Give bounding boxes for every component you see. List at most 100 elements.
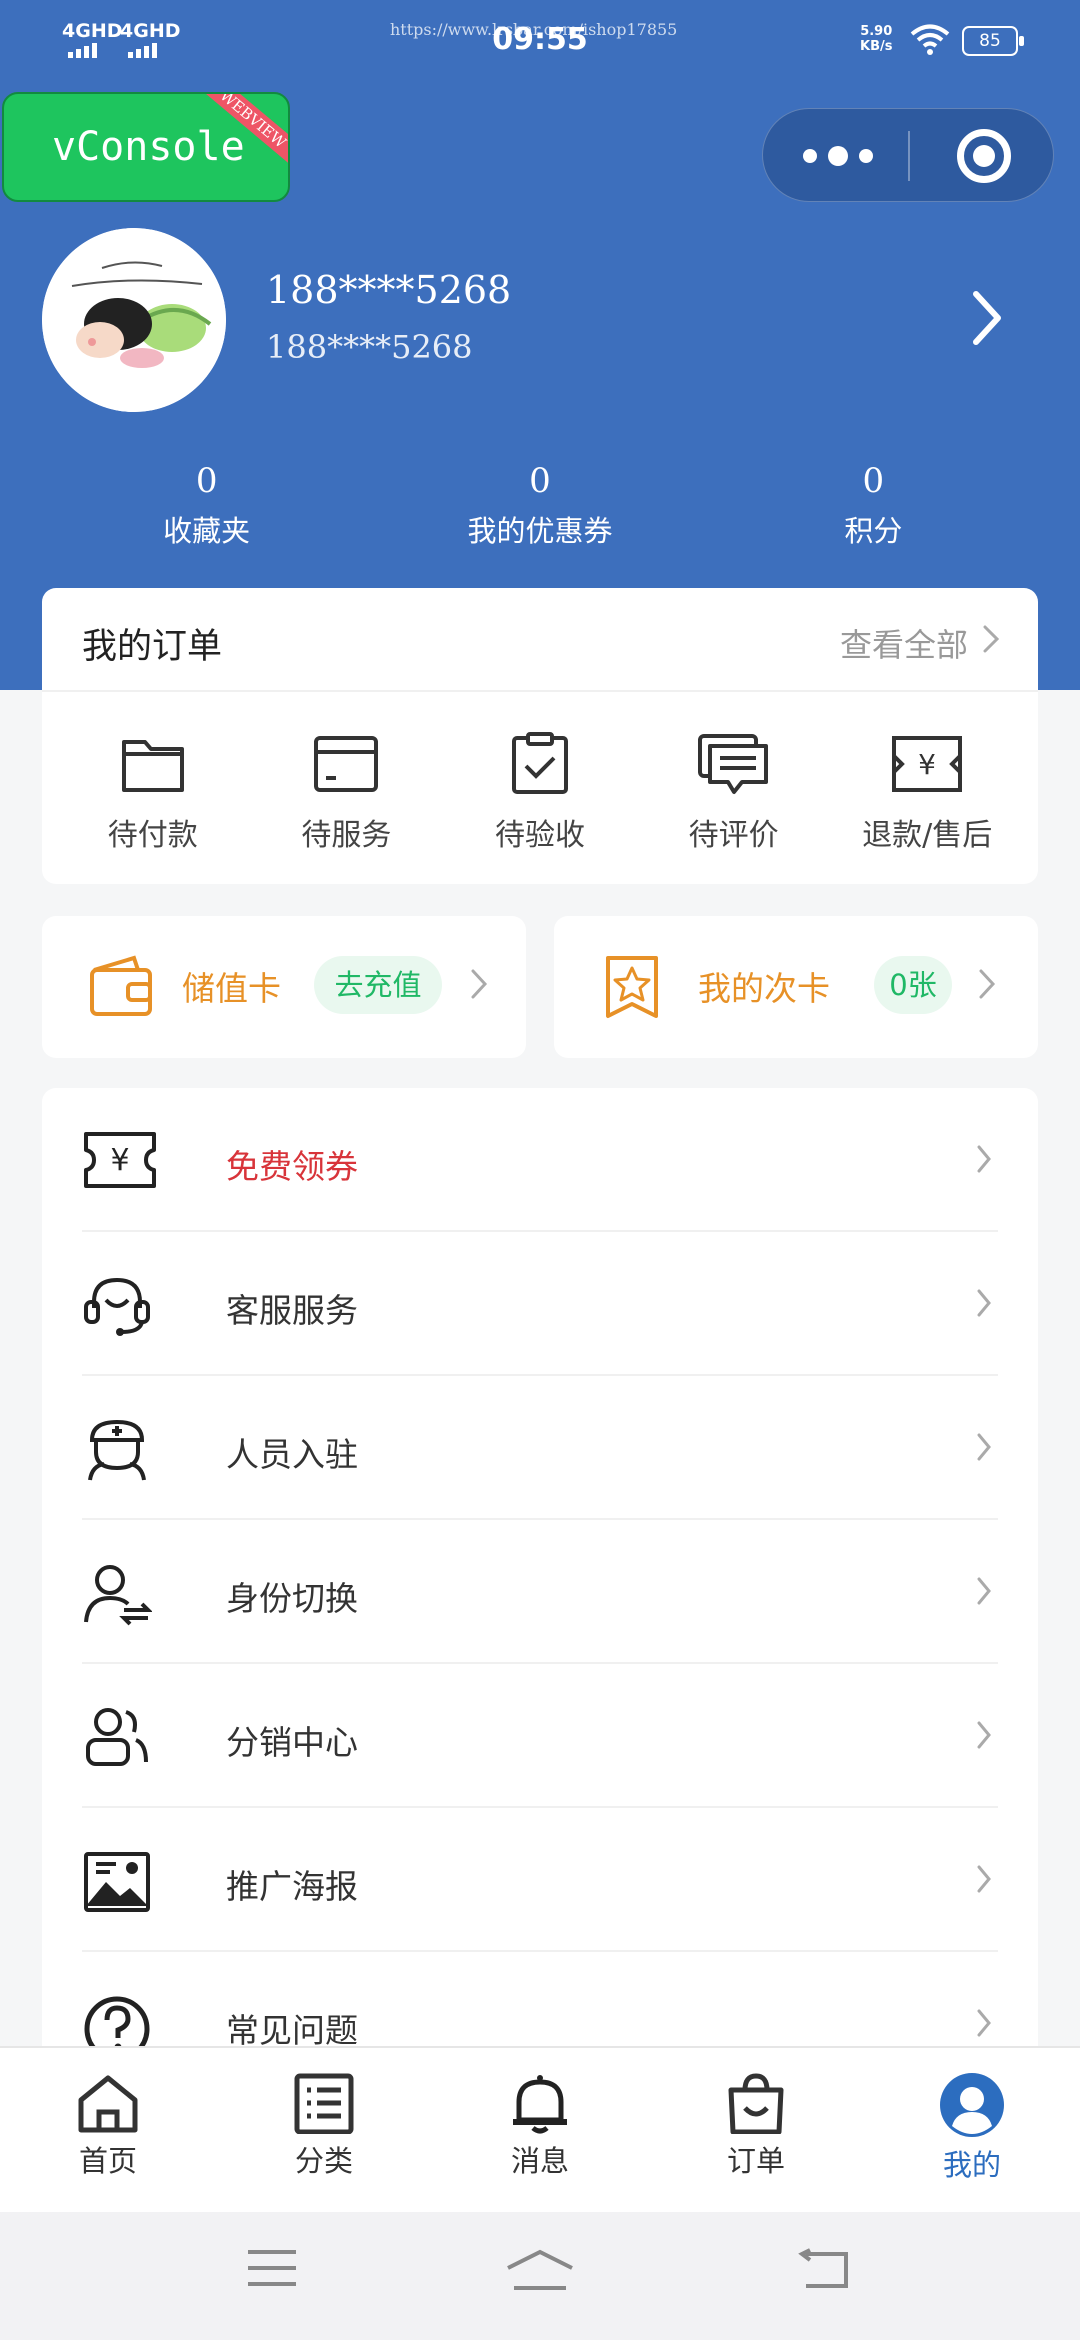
order-pending-payment[interactable]: 待付款 [56, 732, 250, 854]
avatar[interactable] [42, 228, 226, 412]
menu-item-label: 推广海报 [226, 1867, 358, 1906]
user-phone: 188****5268 [266, 328, 473, 366]
user-name: 188****5268 [266, 268, 512, 312]
view-all-orders-link[interactable]: 查看全部 [840, 620, 968, 666]
users-icon [82, 1706, 152, 1774]
status-bar: 4GHD 4GHD https://www.lrsbar.com/ishop17… [0, 0, 1080, 80]
menu-list: ¥ 免费领券 客服服务 人员入驻 身份切换 分销中心 推广海报 常见问题 [42, 1088, 1038, 2088]
stat-label: 积分 [844, 514, 903, 548]
svg-text:¥: ¥ [110, 1143, 129, 1178]
stat-coupons[interactable]: 0 我的优惠券 [373, 460, 706, 550]
chevron-right-icon [976, 1144, 992, 1178]
order-pending-acceptance[interactable]: 待验收 [443, 732, 637, 854]
tab-mine[interactable]: 我的 [864, 2048, 1080, 2212]
wallet-icon [88, 954, 154, 1024]
menu-lines-icon[interactable] [246, 2248, 298, 2288]
profile-chevron-right-icon[interactable] [970, 290, 1004, 350]
chevron-right-icon [978, 968, 996, 1004]
stored-value-title: 储值卡 [182, 969, 281, 1008]
order-item-label: 待服务 [301, 818, 392, 853]
svg-text:¥: ¥ [918, 748, 936, 781]
chevron-right-icon [976, 1720, 992, 1754]
vconsole-button[interactable]: vConsole WEBVIEW [2, 92, 290, 202]
bell-icon [513, 2075, 567, 2134]
refund-ticket-icon: ¥ [892, 736, 963, 792]
order-item-label: 待评价 [688, 818, 779, 853]
battery-level: 85 [979, 31, 1001, 51]
times-card[interactable]: 我的次卡 0张 [554, 916, 1038, 1058]
orders-card: 我的订单 查看全部 待付款 待服务 待验收 待评价 ¥ 退款/售后 [42, 588, 1038, 884]
bag-icon [728, 2073, 784, 2134]
vconsole-label: vConsole [52, 124, 245, 170]
coupon-icon: ¥ [82, 1130, 158, 1194]
stat-label: 收藏夹 [163, 514, 251, 548]
net-speed-value: 5.90 [860, 24, 893, 39]
tab-label: 首页 [78, 2144, 137, 2178]
tab-label: 消息 [510, 2144, 569, 2178]
recharge-button[interactable]: 去充值 [314, 956, 442, 1014]
order-refund[interactable]: ¥ 退款/售后 [830, 732, 1024, 854]
menu-item-customer-service[interactable]: 客服服务 [82, 1232, 998, 1376]
order-item-label: 待验收 [494, 818, 585, 853]
net-speed-unit: KB/s [860, 39, 893, 54]
star-badge-icon [604, 954, 660, 1024]
bottom-tab-bar: 首页 分类 消息 订单 我的 [0, 2046, 1080, 2212]
chevron-right-icon [976, 1864, 992, 1898]
stat-favorites[interactable]: 0 收藏夹 [40, 460, 373, 550]
menu-item-poster[interactable]: 推广海报 [82, 1808, 998, 1952]
miniprogram-capsule [762, 108, 1054, 202]
wifi-icon [910, 22, 950, 60]
clipboard-check-icon [511, 732, 568, 794]
chevron-right-icon[interactable] [982, 624, 1000, 658]
menu-item-label: 分销中心 [226, 1723, 358, 1762]
tab-category[interactable]: 分类 [216, 2048, 432, 2212]
menu-item-label: 身份切换 [226, 1579, 358, 1618]
menu-item-label: 常见问题 [226, 2011, 358, 2050]
target-icon[interactable] [957, 129, 1011, 183]
times-card-count[interactable]: 0张 [874, 956, 952, 1014]
menu-item-staff-join[interactable]: 人员入驻 [82, 1376, 998, 1520]
chevron-right-icon [976, 1576, 992, 1610]
tab-home[interactable]: 首页 [0, 2048, 216, 2212]
stat-value: 0 [195, 461, 218, 501]
stat-value: 0 [862, 461, 885, 501]
order-item-label: 退款/售后 [862, 818, 993, 853]
net-speed: 5.90 KB/s [860, 24, 892, 54]
battery-icon: 85 [962, 26, 1024, 56]
chevron-right-icon [976, 1432, 992, 1466]
menu-item-label: 客服服务 [226, 1291, 358, 1330]
home-icon [78, 2075, 138, 2133]
stat-points[interactable]: 0 积分 [707, 460, 1040, 550]
tab-orders[interactable]: 订单 [648, 2048, 864, 2212]
folder-icon [121, 740, 184, 792]
menu-item-label: 免费领券 [226, 1147, 358, 1186]
list-icon [294, 2073, 354, 2134]
menu-item-identity-switch[interactable]: 身份切换 [82, 1520, 998, 1664]
order-status-row: 待付款 待服务 待验收 待评价 ¥ 退款/售后 [42, 692, 1038, 854]
headset-icon [82, 1274, 152, 1342]
back-nav-icon[interactable] [796, 2248, 850, 2292]
system-nav-bar [0, 2212, 1080, 2340]
stat-label: 我的优惠券 [467, 514, 613, 548]
stored-value-card[interactable]: 储值卡 去充值 [42, 916, 526, 1058]
nurse-icon [82, 1418, 152, 1488]
capsule-divider [908, 131, 910, 181]
menu-item-distribution[interactable]: 分销中心 [82, 1664, 998, 1808]
chevron-right-icon [470, 968, 488, 1004]
comment-icon [697, 734, 768, 794]
home-nav-icon[interactable] [504, 2248, 576, 2292]
user-switch-icon [82, 1562, 153, 1630]
orders-header: 我的订单 查看全部 [42, 588, 1038, 692]
poster-icon [82, 1850, 152, 1918]
order-pending-service[interactable]: 待服务 [250, 732, 444, 854]
more-dots-icon[interactable] [803, 139, 873, 173]
order-pending-review[interactable]: 待评价 [637, 732, 831, 854]
times-card-title: 我的次卡 [698, 969, 830, 1008]
stat-value: 0 [529, 461, 551, 501]
menu-item-free-coupon[interactable]: ¥ 免费领券 [82, 1088, 998, 1232]
tab-label: 我的 [942, 2148, 1001, 2182]
orders-title: 我的订单 [82, 627, 223, 667]
chevron-right-icon [976, 1288, 992, 1322]
tab-messages[interactable]: 消息 [432, 2048, 648, 2212]
tab-label: 订单 [726, 2144, 785, 2178]
